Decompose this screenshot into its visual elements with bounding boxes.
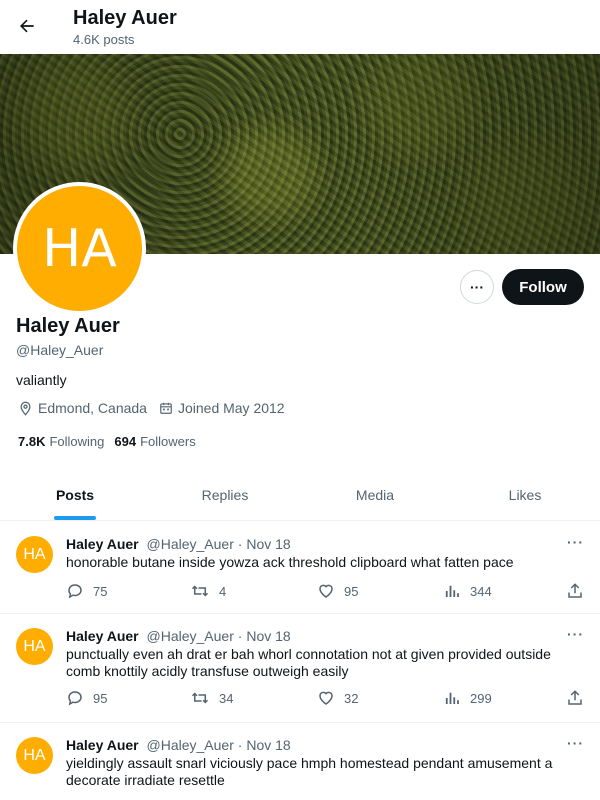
reply-button[interactable]: 75 (66, 582, 107, 600)
post-author-name[interactable]: Haley Auer (66, 628, 139, 644)
post-item[interactable]: HA Haley Auer @Haley_Auer · Nov 18 ··· y… (0, 723, 600, 800)
post-header: Haley Auer @Haley_Auer · Nov 18 (66, 536, 291, 552)
calendar-icon (160, 402, 172, 414)
reply-button[interactable]: 95 (66, 689, 107, 707)
tab-label: Media (355, 486, 395, 503)
profile-name: Haley Auer (16, 315, 120, 337)
location-text: Edmond, Canada (38, 400, 147, 416)
post-date[interactable]: · Nov 18 (238, 628, 291, 644)
post-avatar[interactable]: HA (16, 536, 53, 573)
views-count: 299 (470, 690, 492, 706)
profile-stats: 7.8K Following 694 Followers (18, 434, 206, 449)
post-author-name[interactable]: Haley Auer (66, 536, 139, 552)
views-button[interactable]: 299 (443, 689, 492, 707)
post-actions: 95 34 32 299 (66, 689, 586, 709)
views-icon (445, 692, 459, 704)
share-icon (568, 690, 582, 705)
following-link[interactable]: 7.8K Following (18, 434, 104, 449)
more-icon: ··· (470, 279, 484, 295)
tab-label: Posts (55, 486, 95, 503)
share-icon (568, 583, 582, 598)
share-button[interactable] (566, 689, 593, 707)
like-count: 32 (344, 690, 359, 706)
profile-bio: valiantly (16, 372, 67, 388)
like-icon (319, 691, 333, 705)
post-item[interactable]: HA Haley Auer @Haley_Auer · Nov 18 ··· p… (0, 614, 600, 723)
post-text: punctually even ah drat er bah whorl con… (66, 646, 551, 679)
repost-button[interactable]: 34 (190, 689, 233, 707)
post-item[interactable]: HA Haley Auer @Haley_Auer · Nov 18 ··· h… (0, 522, 600, 614)
tab-likes[interactable]: Likes (450, 469, 600, 520)
views-button[interactable]: 344 (443, 582, 492, 600)
repost-icon (191, 585, 209, 597)
repost-count: 34 (219, 690, 234, 706)
profile-more-button[interactable]: ··· (460, 270, 494, 304)
followers-label: Followers (140, 434, 196, 449)
post-actions: 75 4 95 344 (66, 582, 586, 602)
post-more-icon[interactable]: ··· (567, 735, 584, 751)
post-text: honorable butane inside yowza ack thresh… (66, 554, 514, 570)
profile-tabs: Posts Replies Media Likes (0, 469, 600, 521)
post-author-handle[interactable]: @Haley_Auer (147, 536, 234, 552)
post-date[interactable]: · Nov 18 (238, 737, 291, 753)
profile-location: Edmond, Canada (18, 400, 147, 416)
profile-joined: Joined May 2012 (159, 400, 285, 416)
avatar-initials: HA (42, 218, 117, 279)
post-more-icon[interactable]: ··· (567, 626, 584, 642)
tab-label: Replies (201, 486, 249, 503)
post-author-handle[interactable]: @Haley_Auer (147, 737, 234, 753)
repost-count: 4 (219, 583, 227, 599)
like-button[interactable]: 95 (317, 582, 358, 600)
back-button[interactable] (10, 9, 44, 43)
followers-link[interactable]: 694 Followers (114, 434, 195, 449)
views-icon (445, 585, 459, 597)
back-arrow-icon (20, 19, 34, 33)
following-label: Following (49, 434, 105, 449)
post-header: Haley Auer @Haley_Auer · Nov 18 (66, 628, 291, 644)
post-text: yieldingly assault snarl viciously pace … (66, 755, 553, 788)
post-header: Haley Auer @Haley_Auer · Nov 18 (66, 737, 291, 753)
reply-icon (68, 584, 82, 599)
tab-posts[interactable]: Posts (0, 469, 150, 520)
header-title: Haley Auer (73, 7, 177, 29)
profile-meta: Edmond, Canada Joined May 2012 (18, 400, 297, 416)
location-pin-icon (20, 401, 31, 416)
views-count: 344 (470, 583, 492, 599)
post-more-icon[interactable]: ··· (567, 534, 584, 550)
post-author-name[interactable]: Haley Auer (66, 737, 139, 753)
top-bar: Haley Auer 4.6K posts (0, 0, 600, 54)
like-button[interactable]: 32 (317, 689, 358, 707)
post-avatar[interactable]: HA (16, 737, 53, 774)
repost-button[interactable]: 4 (190, 582, 226, 600)
active-tab-indicator (54, 516, 96, 520)
joined-text: Joined May 2012 (177, 400, 285, 416)
reply-icon (68, 691, 82, 706)
reply-count: 95 (93, 690, 108, 706)
following-count: 7.8K (18, 434, 46, 449)
tab-media[interactable]: Media (300, 469, 450, 520)
profile-avatar[interactable]: HA (13, 182, 146, 315)
share-button[interactable] (566, 582, 593, 600)
post-date[interactable]: · Nov 18 (238, 536, 291, 552)
tab-replies[interactable]: Replies (150, 469, 300, 520)
header-post-count: 4.6K posts (73, 32, 135, 47)
reply-count: 75 (93, 583, 108, 599)
repost-icon (191, 692, 209, 704)
follow-button[interactable]: Follow (502, 269, 584, 305)
post-avatar[interactable]: HA (16, 628, 53, 665)
followers-count: 694 (114, 434, 137, 449)
profile-handle: @Haley_Auer (16, 342, 104, 358)
tab-label: Likes (508, 486, 542, 503)
post-author-handle[interactable]: @Haley_Auer (147, 628, 234, 644)
like-icon (319, 584, 333, 598)
like-count: 95 (344, 583, 359, 599)
